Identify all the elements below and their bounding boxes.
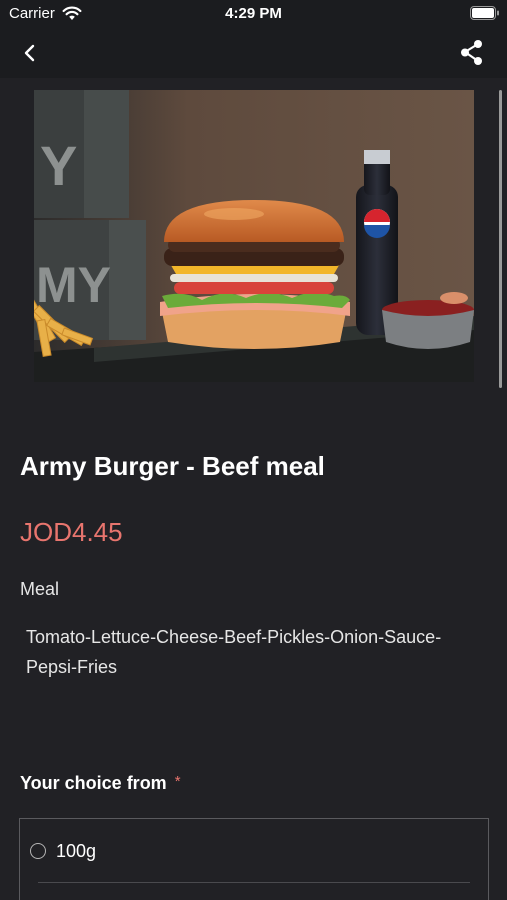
product-content[interactable]: Y MY Army Burger - Beef meal JOD4.45 Mea… [0,78,507,900]
back-button[interactable] [14,38,46,68]
clock-time: 4:29 PM [225,5,282,22]
choice-header-label: Your choice from [20,773,167,793]
option-label: 100g [56,841,97,861]
chevron-left-icon [24,44,35,62]
choice-section-header: Your choice from * [20,773,181,794]
product-description: Tomato-Lettuce-Cheese-Beef-Pickles-Onion… [26,627,442,677]
share-icon [461,40,482,65]
product-category: Meal [20,579,60,599]
radio-button[interactable] [30,843,46,859]
svg-text:Y: Y [40,134,77,197]
svg-text:MY: MY [36,257,111,313]
product-price: JOD4.45 [20,517,123,547]
option-row-100g[interactable]: 100g [20,819,488,883]
status-bar: Carrier 4:29 PM [0,0,507,28]
scrollbar[interactable] [499,90,502,388]
product-image: Y MY [34,90,474,382]
battery-icon [470,6,499,20]
share-button[interactable] [456,37,488,69]
burger-photo: Y MY [34,90,474,382]
choice-options-list: 100g [19,818,489,900]
navigation-bar [0,28,507,78]
required-marker: * [174,773,181,790]
product-title: Army Burger - Beef meal [20,451,325,481]
product-detail-screen: Carrier 4:29 PM Y MY Army Burger - Beef … [0,0,507,900]
divider [38,882,470,883]
